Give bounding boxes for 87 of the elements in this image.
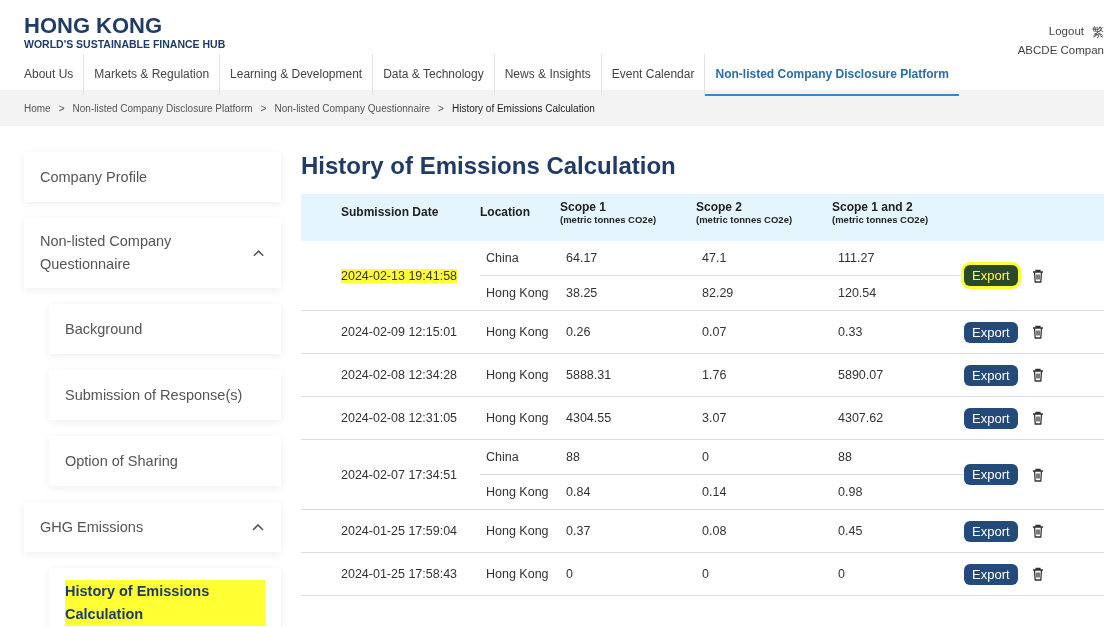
date-cell: 2024-01-25 17:59:04 <box>341 524 458 538</box>
scope1-cell-text: 0.37 <box>566 524 592 538</box>
trash-icon[interactable] <box>1031 567 1044 581</box>
page-title: History of Emissions Calculation <box>301 152 677 180</box>
total-cell-text: 0.45 <box>838 524 864 538</box>
location-cell-text: Hong Kong <box>486 567 550 581</box>
scope1-cell-text: 4304.55 <box>566 411 613 425</box>
language-link[interactable]: 繁 <box>1092 25 1104 40</box>
column-unit: (metric tonnes CO2e) <box>696 213 794 225</box>
breadcrumb-separator: > <box>260 102 267 114</box>
total-cell-text: 120.54 <box>838 286 878 300</box>
total-cell-text: 0 <box>838 567 846 581</box>
total-cell-text: 4307.62 <box>838 411 885 425</box>
breadcrumb-link[interactable]: Home <box>24 102 51 114</box>
sidebar-subitem[interactable]: Submission of Response(s) <box>49 370 281 420</box>
export-button[interactable]: Export <box>964 563 1018 585</box>
scope2-cell-text: 47.1 <box>702 251 728 265</box>
date-cell: 2024-01-25 17:58:43 <box>341 567 458 581</box>
sidebar-subitem[interactable]: History of Emissions Calculation <box>49 568 281 627</box>
column-unit: (metric tonnes CO2e) <box>832 213 930 225</box>
sidebar-item[interactable]: Company Profile <box>24 152 281 202</box>
sidebar-subitem[interactable]: Option of Sharing <box>49 436 281 486</box>
trash-icon[interactable] <box>1031 268 1044 283</box>
column-title: Scope 2 <box>696 199 744 214</box>
export-button[interactable]: Export <box>964 407 1018 429</box>
scope2-cell-text: 0.08 <box>702 524 728 538</box>
location-cell-text: Hong Kong <box>486 524 550 538</box>
location-cell-text: China <box>486 450 520 464</box>
trash-icon[interactable] <box>1031 467 1044 482</box>
scope2-cell-text: 82.29 <box>702 286 735 300</box>
location-cell-text: Hong Kong <box>486 368 550 382</box>
chevron-up-icon[interactable] <box>251 522 265 532</box>
scope2-cell-text: 1.76 <box>702 368 728 382</box>
breadcrumb-link[interactable]: History of Emissions Calculation <box>451 102 595 114</box>
trash-icon[interactable] <box>1031 325 1044 339</box>
breadcrumb-separator: > <box>438 102 444 114</box>
total-cell-text: 0.33 <box>838 325 864 339</box>
total-cell-text: 88 <box>838 450 853 464</box>
trash-icon[interactable] <box>1031 368 1044 382</box>
location-cell-text: China <box>486 251 520 265</box>
breadcrumb-link[interactable]: Non-listed Company Disclosure Platform <box>72 102 253 114</box>
trash-icon[interactable] <box>1031 411 1044 425</box>
export-button[interactable]: Export <box>964 364 1018 386</box>
sidebar-item[interactable]: GHG Emissions <box>24 502 281 552</box>
date-cell: 2024-02-07 17:34:51 <box>341 467 458 482</box>
scope1-cell-text: 64.17 <box>566 251 599 265</box>
scope2-cell-text: 0.14 <box>702 485 728 499</box>
breadcrumb-separator: > <box>58 102 65 114</box>
chevron-up-icon[interactable] <box>251 248 265 258</box>
column-unit: (metric tonnes CO2e) <box>560 213 658 225</box>
trash-icon[interactable] <box>1031 524 1044 538</box>
date-cell: 2024-02-13 19:41:58 <box>341 268 458 283</box>
export-button[interactable]: Export <box>964 265 1018 286</box>
export-button[interactable]: Export <box>964 464 1018 485</box>
location-cell-text: Hong Kong <box>486 286 550 300</box>
scope2-cell-text: 0 <box>702 450 710 464</box>
brand-subtitle: WORLD'S SUSTAINABLE FINANCE HUB <box>24 38 226 50</box>
logout-link[interactable]: Logout <box>1048 25 1084 40</box>
brand-title: HONG KONG <box>24 14 164 38</box>
scope2-cell-text: 0.07 <box>702 325 728 339</box>
column-title: Location <box>480 205 531 219</box>
date-cell: 2024-02-08 12:31:05 <box>341 411 458 425</box>
company-name: ABCDE Compan <box>1017 44 1104 56</box>
scope2-cell-text: 0 <box>702 567 710 581</box>
scope1-cell-text: 38.25 <box>566 286 599 300</box>
scope1-cell-text: 5888.31 <box>566 368 613 382</box>
sidebar-item[interactable]: Non-listed Company Questionnaire <box>24 218 281 288</box>
total-cell-text: 0.98 <box>838 485 864 499</box>
scope1-cell-text: 0 <box>566 567 574 581</box>
location-cell-text: Hong Kong <box>486 325 550 339</box>
column-title: Scope 1 <box>560 199 608 214</box>
scope1-cell-text: 88 <box>566 450 581 464</box>
column-title: Scope 1 and 2 <box>832 199 914 214</box>
scope2-cell-text: 3.07 <box>702 411 728 425</box>
breadcrumb-link[interactable]: Non-listed Company Questionnaire <box>274 102 431 114</box>
scope1-cell-text: 0.84 <box>566 485 592 499</box>
scope1-cell-text: 0.26 <box>566 325 592 339</box>
location-cell-text: Hong Kong <box>486 411 550 425</box>
date-cell: 2024-02-09 12:15:01 <box>341 325 458 339</box>
date-cell: 2024-02-08 12:34:28 <box>341 368 458 382</box>
total-cell-text: 111.27 <box>838 251 876 265</box>
export-button[interactable]: Export <box>964 520 1018 542</box>
column-title: Submission Date <box>341 205 440 219</box>
export-button[interactable]: Export <box>964 321 1018 343</box>
sidebar-subitem[interactable]: Background <box>49 304 281 354</box>
total-cell-text: 5890.07 <box>838 368 885 382</box>
location-cell-text: Hong Kong <box>486 485 550 499</box>
